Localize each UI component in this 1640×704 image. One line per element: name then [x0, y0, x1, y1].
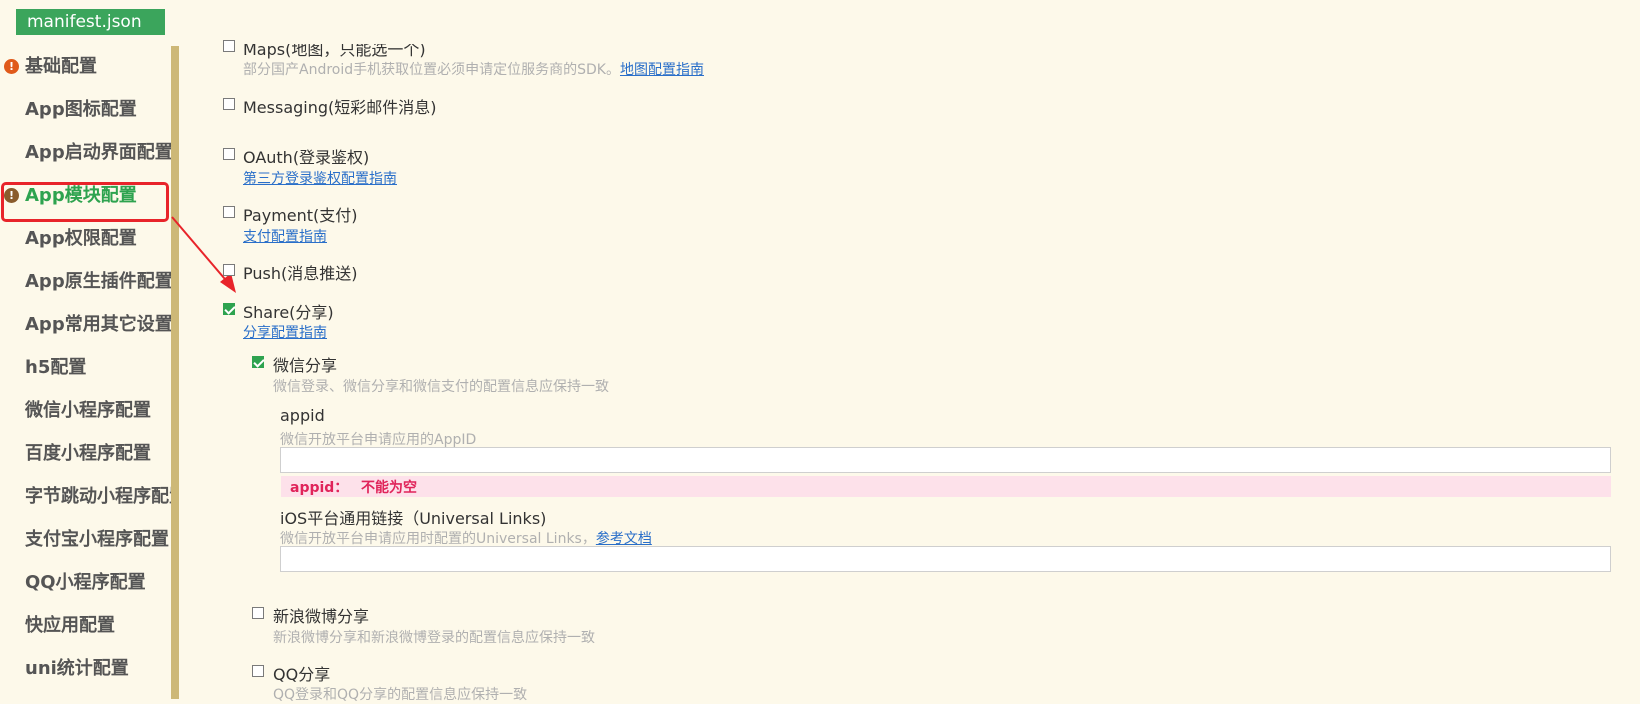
appid-input[interactable]: [280, 447, 1611, 473]
maps-description: 部分国产Android手机获取位置必须申请定位服务商的SDK。地图配置指南: [243, 59, 704, 79]
share-checkbox[interactable]: [223, 303, 235, 315]
sidebar-item-app-splash[interactable]: App启动界面配置: [25, 130, 171, 175]
universal-links-reference-link[interactable]: 参考文档: [596, 531, 652, 547]
maps-checkbox[interactable]: [223, 40, 235, 52]
appid-error-message: 不能为空: [361, 480, 417, 496]
qq-share-checkbox[interactable]: [252, 665, 264, 677]
sidebar: ! 基础配置 App图标配置 App启动界面配置 ! App模块配置 App权限…: [0, 46, 171, 699]
messaging-checkbox[interactable]: [223, 98, 235, 110]
sina-share-description: 新浪微博分享和新浪微博登录的配置信息应保持一致: [273, 630, 595, 646]
push-label: Push(消息推送): [243, 264, 358, 283]
maps-label: Maps(地图，只能选一个): [243, 40, 426, 59]
sidebar-item-app-icon[interactable]: App图标配置: [25, 87, 137, 132]
share-label: Share(分享): [243, 303, 334, 322]
appid-label: appid: [280, 406, 325, 425]
oauth-label: OAuth(登录鉴权): [243, 148, 370, 167]
file-tab-manifest[interactable]: manifest.json: [16, 9, 165, 35]
sidebar-item-baidu-mp[interactable]: 百度小程序配置: [25, 431, 151, 476]
sina-share-checkbox[interactable]: [252, 607, 264, 619]
sidebar-item-qq-mp[interactable]: QQ小程序配置: [25, 560, 146, 605]
weixin-share-checkbox[interactable]: [252, 356, 264, 368]
payment-checkbox[interactable]: [223, 206, 235, 218]
sidebar-item-quickapp[interactable]: 快应用配置: [25, 603, 115, 648]
sidebar-item-app-permissions[interactable]: App权限配置: [25, 216, 137, 261]
sidebar-item-h5[interactable]: h5配置: [25, 345, 86, 390]
appid-error-key: appid：: [290, 480, 349, 496]
universal-links-input[interactable]: [280, 546, 1611, 572]
appid-description: 微信开放平台申请应用的AppID: [280, 432, 477, 448]
messaging-label: Messaging(短彩邮件消息): [243, 98, 437, 117]
sidebar-item-app-other-settings[interactable]: App常用其它设置: [25, 302, 171, 347]
maps-description-text: 部分国产Android手机获取位置必须申请定位服务商的SDK。: [243, 62, 620, 78]
universal-links-description-text: 微信开放平台申请应用时配置的Universal Links，: [280, 531, 596, 547]
alert-icon: !: [4, 59, 19, 74]
weixin-share-description: 微信登录、微信分享和微信支付的配置信息应保持一致: [273, 379, 609, 395]
universal-links-label: iOS平台通用链接（Universal Links): [280, 509, 547, 528]
appid-error-bar: [281, 476, 1611, 497]
qq-share-label: QQ分享: [273, 665, 331, 684]
red-arrow-annotation: [171, 216, 236, 293]
qq-share-description: QQ登录和QQ分享的配置信息应保持一致: [273, 687, 528, 703]
maps-guide-link[interactable]: 地图配置指南: [620, 62, 704, 78]
sina-share-label: 新浪微博分享: [273, 607, 370, 626]
weixin-share-label: 微信分享: [273, 356, 338, 375]
highlight-annotation: [1, 182, 169, 222]
sidebar-item-uni-stat[interactable]: uni统计配置: [25, 646, 129, 691]
oauth-checkbox[interactable]: [223, 148, 235, 160]
sidebar-item-weixin-mp[interactable]: 微信小程序配置: [25, 388, 151, 433]
sidebar-item-alipay-mp[interactable]: 支付宝小程序配置: [25, 517, 169, 562]
payment-label: Payment(支付): [243, 206, 358, 225]
sidebar-item-toutiao-mp[interactable]: 字节跳动小程序配置: [25, 474, 171, 519]
oauth-guide-link[interactable]: 第三方登录鉴权配置指南: [243, 168, 397, 188]
sidebar-item-basic[interactable]: 基础配置: [25, 46, 97, 89]
universal-links-description: 微信开放平台申请应用时配置的Universal Links，参考文档: [280, 528, 652, 548]
sidebar-scrollbar[interactable]: [171, 46, 179, 699]
share-guide-link[interactable]: 分享配置指南: [243, 322, 327, 342]
payment-guide-link[interactable]: 支付配置指南: [243, 226, 327, 246]
sidebar-item-app-native-plugins[interactable]: App原生插件配置: [25, 259, 171, 304]
push-checkbox[interactable]: [223, 264, 235, 276]
